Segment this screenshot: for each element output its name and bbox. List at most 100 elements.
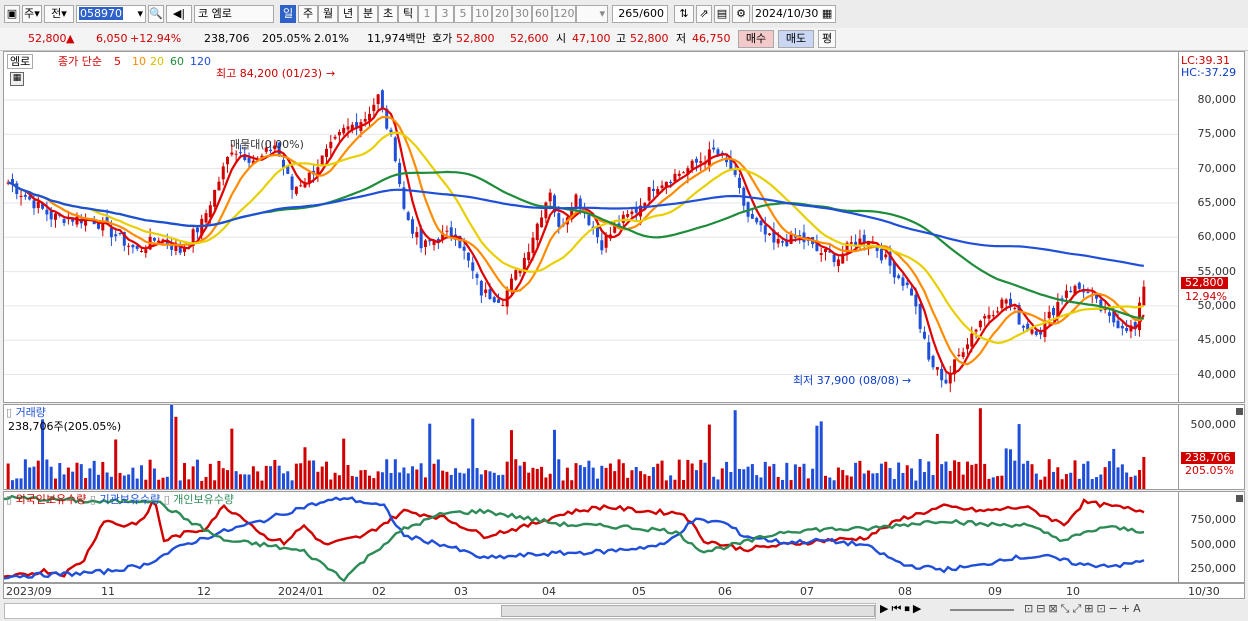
volume-bar xyxy=(1069,472,1073,489)
volume-bar xyxy=(419,463,423,489)
volume-bar xyxy=(423,477,427,489)
volume-bar xyxy=(32,466,36,489)
price-tick: 40,000 xyxy=(1197,367,1237,381)
volume-bar xyxy=(454,468,458,489)
prev-button[interactable]: 전▾ xyxy=(44,5,74,23)
volume-panel[interactable]: ▯ 거래량 238,706주(205.05%) xyxy=(3,404,1179,490)
tab-minute[interactable]: 분 xyxy=(358,5,378,23)
candle xyxy=(927,342,931,360)
candle xyxy=(471,262,475,271)
close-icon[interactable] xyxy=(1236,408,1243,415)
volume-bar xyxy=(742,469,746,489)
scroll-thumb[interactable] xyxy=(501,605,875,617)
volume-bar xyxy=(316,471,320,489)
volume-bar xyxy=(19,478,23,489)
high-note: 최고 84,200 (01/23) xyxy=(216,67,323,80)
close-icon[interactable] xyxy=(1236,495,1243,502)
interval-20[interactable]: 20 xyxy=(492,5,512,23)
candle xyxy=(1120,325,1124,329)
scroll-controls[interactable]: ▶⏮⏹▶ xyxy=(880,602,924,616)
volume-bar xyxy=(221,468,225,489)
volume-bar xyxy=(957,461,961,489)
price-tick: 80,000 xyxy=(1197,93,1237,107)
compare-icon[interactable]: ⇗ xyxy=(696,5,712,23)
volume-bar xyxy=(256,471,260,489)
volume-bar xyxy=(269,466,273,489)
grid-icon[interactable]: ▦ xyxy=(10,72,24,86)
interval-1[interactable]: 1 xyxy=(418,5,436,23)
stock-name: 엠로 xyxy=(211,7,232,20)
volume-bar xyxy=(109,476,113,489)
volume-bar xyxy=(737,468,741,489)
tab-day[interactable]: 일 xyxy=(280,5,296,23)
volume-bar xyxy=(157,479,161,489)
interval-dropdown[interactable]: ▾ xyxy=(576,5,608,23)
open-price: 47,100 xyxy=(572,32,611,45)
tab-month[interactable]: 월 xyxy=(318,5,338,23)
volume-bar xyxy=(768,466,772,489)
volume-bar xyxy=(1082,463,1086,489)
volume-bar xyxy=(940,464,944,489)
candle xyxy=(213,189,217,207)
tab-week[interactable]: 주 xyxy=(298,5,318,23)
count-input[interactable]: 265/600 xyxy=(612,5,668,23)
interval-10[interactable]: 10 xyxy=(472,5,492,23)
window-icon[interactable]: ▣ xyxy=(4,5,20,23)
volume-bar xyxy=(914,480,918,489)
volume-bar xyxy=(187,479,191,489)
count-max: /600 xyxy=(639,7,664,20)
volume-bar xyxy=(1129,476,1133,489)
trade-amount: 11,974백만 xyxy=(367,32,426,45)
interval-5[interactable]: 5 xyxy=(454,5,472,23)
tab-tick[interactable]: 틱 xyxy=(398,5,418,23)
price-panel[interactable]: 엠로 종가 단순 5 10 20 60 120 ▦ 최고 84,200 (01/… xyxy=(3,51,1179,403)
eval-button[interactable]: 평 xyxy=(818,30,836,48)
drawing-tools[interactable]: ⊡⊟⊠⤡⤢⊞⊡−+A xyxy=(1024,602,1144,616)
interval-60[interactable]: 60 xyxy=(532,5,552,23)
candle xyxy=(651,188,655,191)
volume-bar xyxy=(763,461,767,489)
scroll-track[interactable] xyxy=(4,603,876,619)
volume-bar xyxy=(1034,473,1038,489)
candle xyxy=(712,147,716,150)
volume-bar xyxy=(780,479,784,489)
search-icon[interactable]: 🔍 xyxy=(148,5,164,23)
chart-type-icon[interactable]: ⇅ xyxy=(674,5,694,23)
volume-bar xyxy=(1008,449,1012,489)
sell-button[interactable]: 매도 xyxy=(778,30,814,48)
period-select[interactable]: 주▾ xyxy=(22,5,42,23)
buy-button[interactable]: 매수 xyxy=(738,30,774,48)
volume-bar xyxy=(682,479,686,489)
zoom-slider[interactable] xyxy=(950,609,1014,611)
volume-bar xyxy=(277,465,281,489)
volume-bar xyxy=(910,468,914,489)
volume-bar xyxy=(247,474,251,489)
quote-bar: 52,800 ▲ 6,050 +12.94% 238,706 205.05% 2… xyxy=(0,28,1248,51)
volume-bar xyxy=(101,461,105,489)
volume-bar xyxy=(634,467,638,489)
interval-120[interactable]: 120 xyxy=(552,5,576,23)
tab-second[interactable]: 초 xyxy=(378,5,398,23)
gear-icon[interactable]: ⚙ xyxy=(732,5,750,23)
candle xyxy=(750,214,754,219)
volume-bar xyxy=(88,468,92,489)
sound-icon[interactable]: ◀| xyxy=(166,5,192,23)
volume-bar xyxy=(406,473,410,489)
volume-bar xyxy=(303,447,307,489)
volume-bar xyxy=(79,464,83,489)
volume-bar xyxy=(105,472,109,489)
stock-name-box[interactable]: 코 엠로 xyxy=(194,5,274,23)
interval-3[interactable]: 3 xyxy=(436,5,454,23)
holdings-panel[interactable]: ▯ 외국인보유수량 ▯ 기관보유수량 ▯ 개인보유수량 xyxy=(3,491,1179,583)
tab-year[interactable]: 년 xyxy=(338,5,358,23)
save-icon[interactable]: ▤ xyxy=(714,5,730,23)
candle xyxy=(733,169,737,175)
volume-bar xyxy=(927,461,931,489)
candle xyxy=(621,214,625,223)
stock-code-input[interactable]: 058970 ▾ xyxy=(76,5,146,23)
volume-bar xyxy=(978,408,982,489)
volume-bar xyxy=(398,472,402,489)
date-input[interactable]: 2024/10/30 ▦ xyxy=(752,5,836,23)
candle xyxy=(600,240,604,251)
interval-30[interactable]: 30 xyxy=(512,5,532,23)
